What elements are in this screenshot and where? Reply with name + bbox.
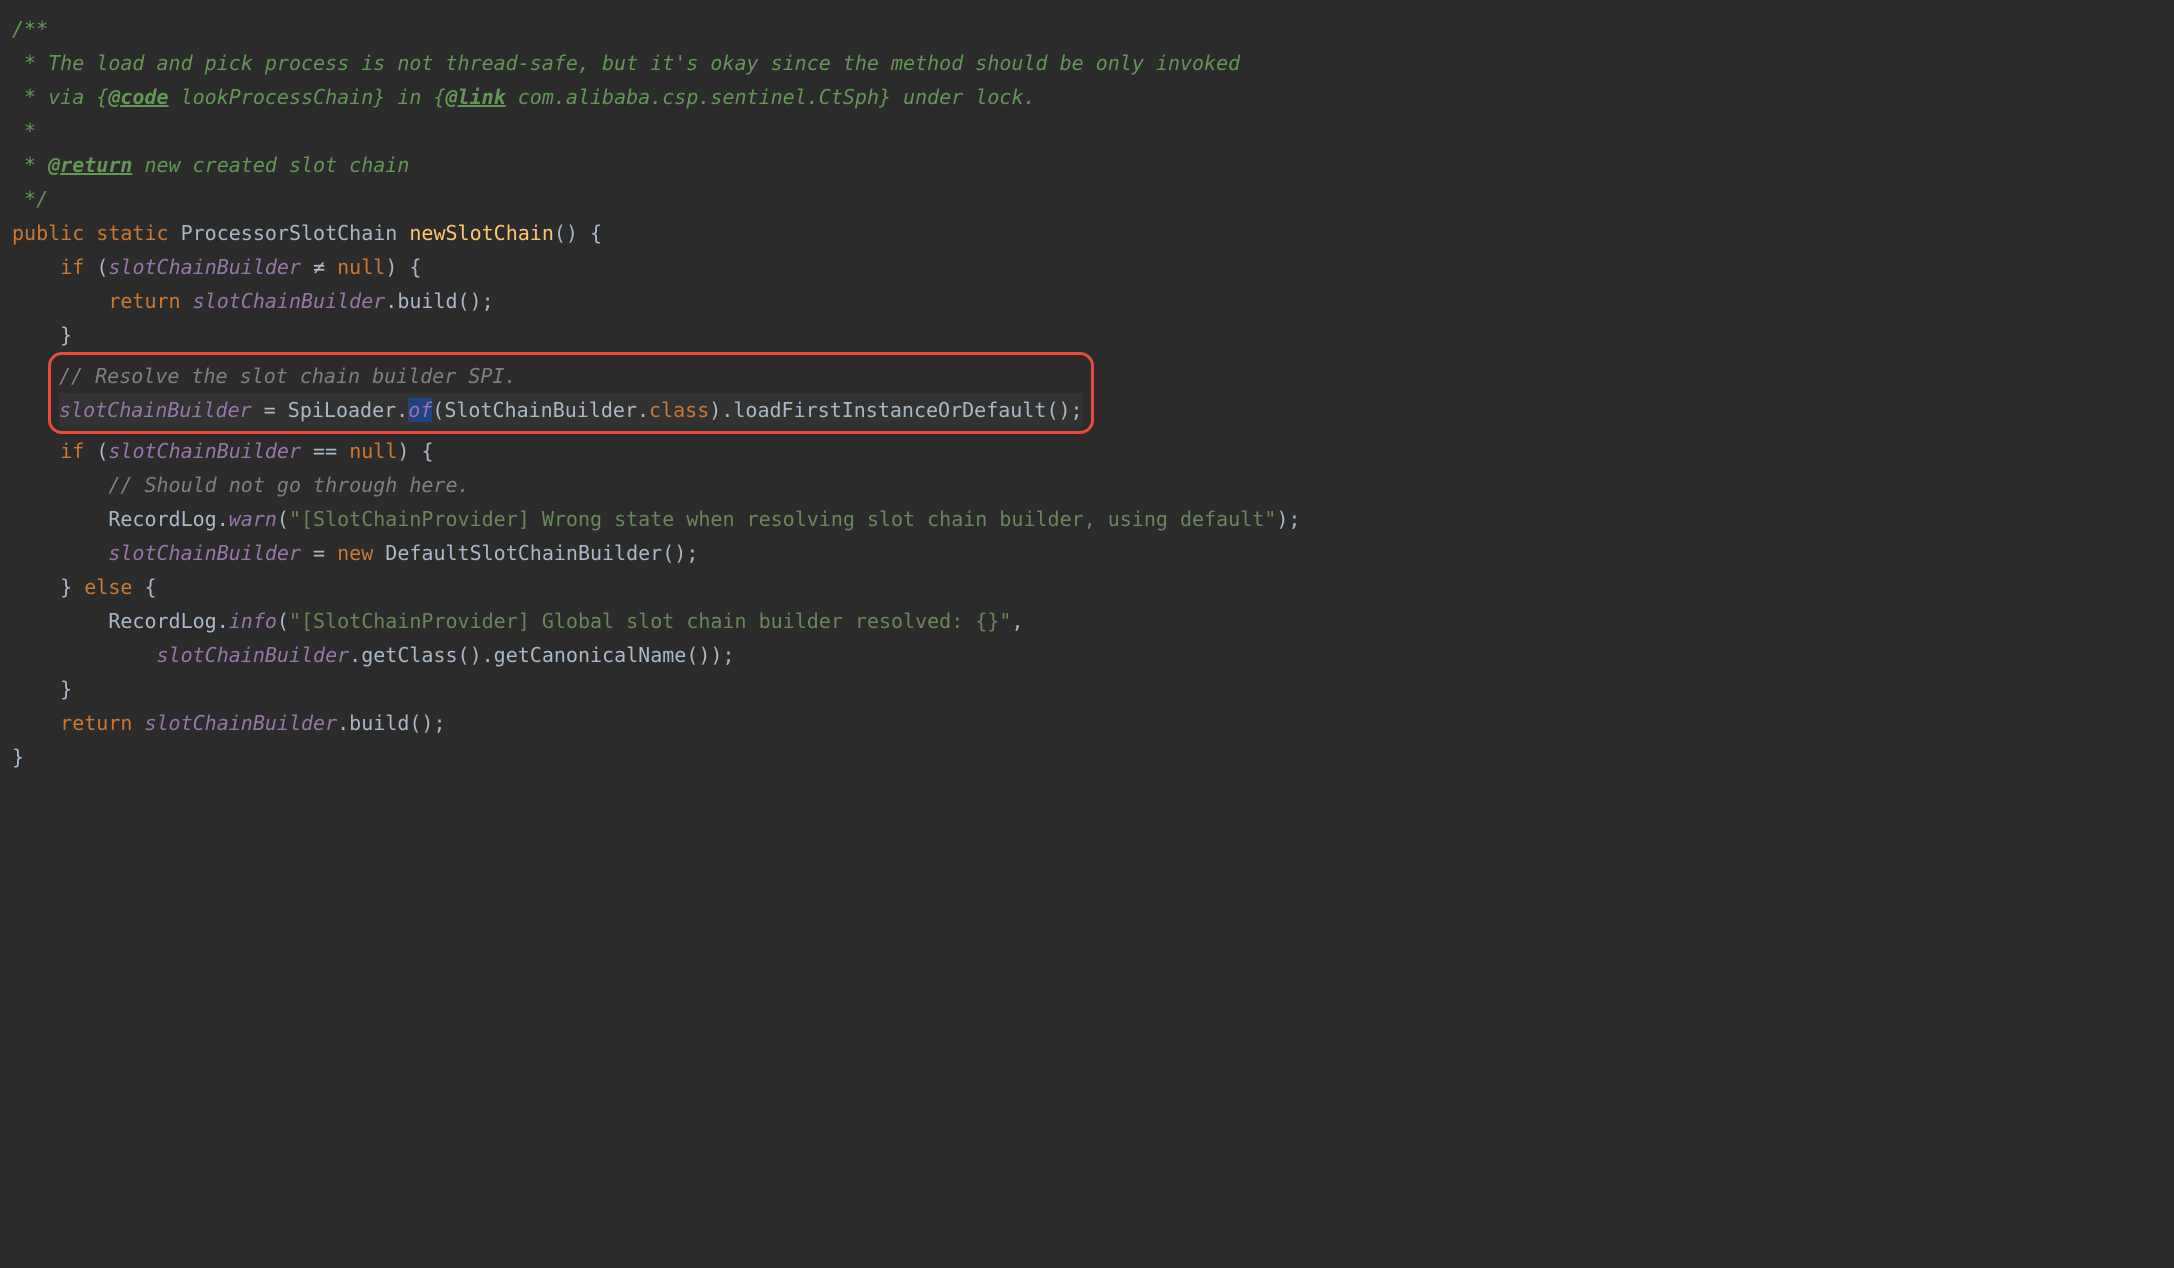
comment-resolve: // Resolve the slot chain builder SPI. <box>59 364 517 388</box>
doc-line2-c: com.alibaba.csp.sentinel.CtSph} under lo… <box>506 85 1036 109</box>
keyword-public: public <box>12 221 84 245</box>
doc-tag-return: @return <box>48 153 132 177</box>
doc-line2-b: lookProcessChain} in { <box>169 85 446 109</box>
string-warn: "[SlotChainProvider] Wrong state when re… <box>289 507 1276 531</box>
getclass: getClass <box>361 643 457 667</box>
call-end: (); <box>458 289 494 313</box>
code-editor-continued[interactable]: if (slotChainBuilder == null) { // Shoul… <box>12 434 2162 774</box>
parens: () { <box>554 221 602 245</box>
string-info: "[SlotChainProvider] Global slot chain b… <box>289 609 1011 633</box>
build-call2: build <box>349 711 409 735</box>
doc-line2-a: * via { <box>12 85 108 109</box>
spiloader: SpiLoader <box>288 398 396 422</box>
brace-open2: { <box>144 575 156 599</box>
dot6: . <box>217 609 229 633</box>
current-line: slotChainBuilder = SpiLoader.of(SlotChai… <box>59 393 1083 427</box>
getcanonical: getCanonicalName <box>494 643 687 667</box>
dot8: . <box>482 643 494 667</box>
field-scb5: slotChainBuilder <box>108 541 301 565</box>
dot5: . <box>217 507 229 531</box>
eq2: = <box>301 541 337 565</box>
doc-close: */ <box>12 187 48 211</box>
call-end4: (); <box>409 711 445 735</box>
paren-open5: ( <box>277 609 289 633</box>
paren-open2: ( <box>432 398 444 422</box>
doc-tag-link: @link <box>446 85 506 109</box>
keyword-static: static <box>96 221 168 245</box>
dot2: . <box>396 398 408 422</box>
code-editor[interactable]: /** * The load and pick process is not t… <box>12 12 2162 352</box>
class-kw: class <box>649 398 709 422</box>
paren-open: ( <box>96 255 108 279</box>
method-name: newSlotChain <box>409 221 554 245</box>
loadfirst: loadFirstInstanceOrDefault <box>733 398 1046 422</box>
neq: ≠ <box>301 255 337 279</box>
recordlog2: RecordLog <box>108 609 216 633</box>
highlighted-code-box: // Resolve the slot chain builder SPI. s… <box>48 352 1094 434</box>
field-scb3: slotChainBuilder <box>59 398 252 422</box>
dot: . <box>385 289 397 313</box>
doc-line3: * <box>12 119 36 143</box>
paren-open3: ( <box>96 439 108 463</box>
highlighted-code: // Resolve the slot chain builder SPI. s… <box>59 359 1083 427</box>
of-method: of <box>408 398 432 422</box>
eqeq: == <box>301 439 349 463</box>
comma: , <box>1011 609 1023 633</box>
parens2: () <box>458 643 482 667</box>
dot4: . <box>721 398 733 422</box>
info: info <box>229 609 277 633</box>
paren-open4: ( <box>277 507 289 531</box>
doc-line4-a: * <box>12 153 48 177</box>
keyword-return2: return <box>60 711 132 735</box>
field-scb2: slotChainBuilder <box>193 289 386 313</box>
return-type: ProcessorSlotChain <box>181 221 398 245</box>
paren-close-brace: ) { <box>385 255 421 279</box>
doc-line4-b: new created slot chain <box>132 153 409 177</box>
dot7: . <box>349 643 361 667</box>
field-scb4: slotChainBuilder <box>108 439 301 463</box>
brace-close1: } <box>60 323 72 347</box>
doc-line1: * The load and pick process is not threa… <box>12 51 1240 75</box>
keyword-if: if <box>60 255 84 279</box>
semi2: ; <box>722 643 734 667</box>
keyword-new: new <box>337 541 373 565</box>
brace-close4: } <box>12 745 24 769</box>
field-scb: slotChainBuilder <box>108 255 301 279</box>
parens3: ()) <box>686 643 722 667</box>
paren-close-brace2: ) { <box>397 439 433 463</box>
paren-close2: ) <box>709 398 721 422</box>
warn: warn <box>229 507 277 531</box>
null: null <box>337 255 385 279</box>
eq: = <box>252 398 288 422</box>
doc-comment-open: /** <box>12 17 48 41</box>
recordlog: RecordLog <box>108 507 216 531</box>
build-call: build <box>397 289 457 313</box>
call-end3: (); <box>662 541 698 565</box>
doc-tag-code: @code <box>108 85 168 109</box>
brace-close3: } <box>60 677 72 701</box>
keyword-else: else <box>84 575 132 599</box>
dot9: . <box>337 711 349 735</box>
field-scb6: slotChainBuilder <box>157 643 350 667</box>
keyword-return: return <box>108 289 180 313</box>
comment-should: // Should not go through here. <box>108 473 469 497</box>
null2: null <box>349 439 397 463</box>
call-end2: (); <box>1046 398 1082 422</box>
dot3: . <box>637 398 649 422</box>
paren-close3: ) <box>1276 507 1288 531</box>
semi1: ; <box>1288 507 1300 531</box>
keyword-if2: if <box>60 439 84 463</box>
scb-type: SlotChainBuilder <box>444 398 637 422</box>
brace-close2: } <box>60 575 72 599</box>
field-scb7: slotChainBuilder <box>144 711 337 735</box>
default-scb: DefaultSlotChainBuilder <box>385 541 662 565</box>
